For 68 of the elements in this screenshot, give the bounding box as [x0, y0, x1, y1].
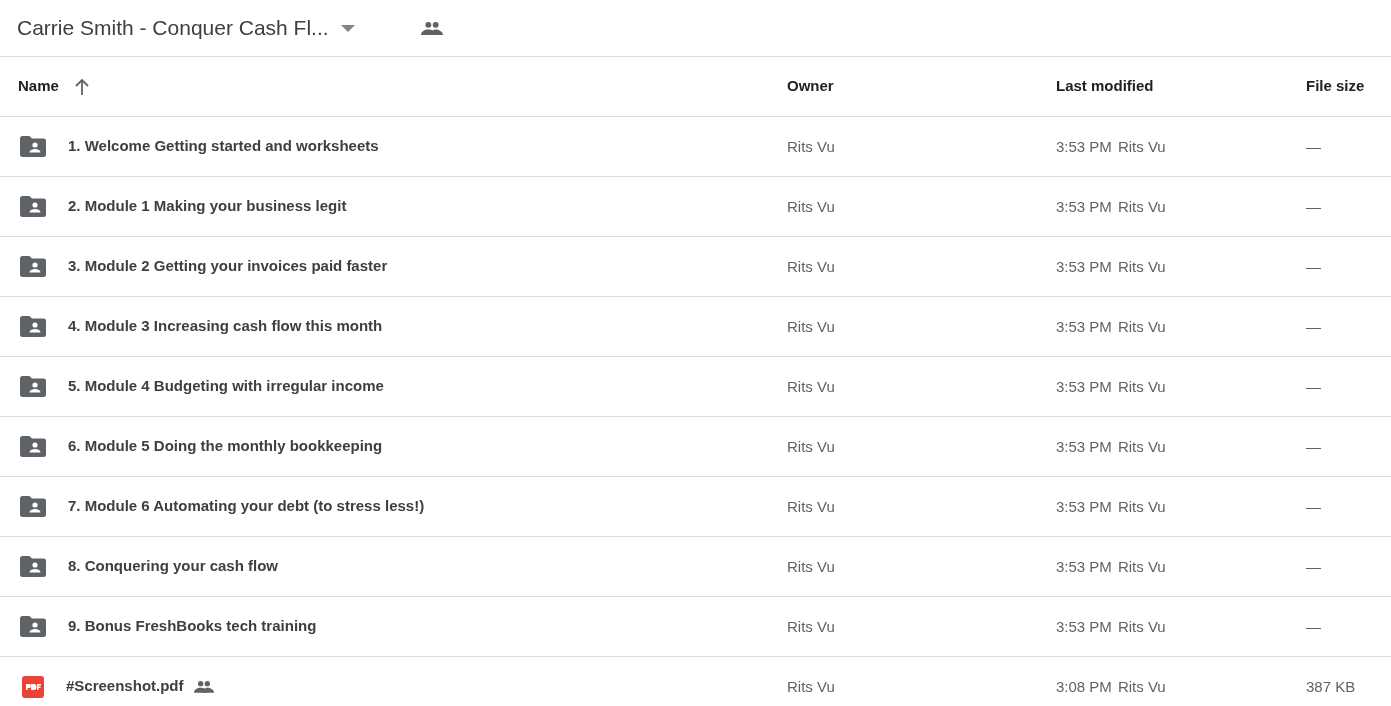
modifier-name: Rits Vu [1117, 377, 1166, 395]
owner-name: Rits Vu [787, 377, 835, 395]
folder-title-button[interactable]: Carrie Smith - Conquer Cash Fl... [17, 12, 355, 44]
file-name[interactable]: 2. Module 1 Making your business legit [68, 195, 347, 218]
file-name[interactable]: 4. Module 3 Increasing cash flow this month [68, 315, 383, 338]
modifier-name: Rits Vu [1117, 137, 1166, 155]
modified-time: 3:53 PM [1056, 317, 1112, 335]
file-name[interactable]: 6. Module 5 Doing the monthly bookkeeping [68, 435, 383, 458]
file-size: — [1306, 557, 1321, 575]
modifier-name: Rits Vu [1117, 497, 1166, 515]
pdf-file-icon [22, 675, 44, 698]
modified-time: 3:53 PM [1056, 257, 1112, 275]
people-icon[interactable] [420, 20, 443, 36]
file-size: — [1306, 197, 1321, 215]
modified-time: 3:53 PM [1056, 137, 1112, 155]
modifier-name: Rits Vu [1117, 317, 1166, 335]
shared-folder-icon [20, 196, 46, 217]
owner-name: Rits Vu [787, 557, 835, 575]
file-size: — [1306, 257, 1321, 275]
file-size: — [1306, 377, 1321, 395]
column-header[interactable]: Name [18, 75, 59, 98]
column-header[interactable]: Last modified [1056, 75, 1154, 98]
modified-time: 3:53 PM [1056, 377, 1112, 395]
modifier-name: Rits Vu [1117, 557, 1166, 575]
file-size: 387 KB [1306, 677, 1356, 695]
modifier-name: Rits Vu [1117, 197, 1166, 215]
file-size: — [1306, 497, 1321, 515]
file-name[interactable]: 3. Module 2 Getting your invoices paid faster [68, 255, 388, 278]
modified-time: 3:53 PM [1056, 497, 1112, 515]
file-name[interactable]: 1. Welcome Getting started and worksheets [68, 135, 379, 158]
modifier-name: Rits Vu [1117, 257, 1166, 275]
modified-time: 3:53 PM [1056, 557, 1112, 575]
modified-time: 3:53 PM [1056, 197, 1112, 215]
file-name[interactable]: 8. Conquering your cash flow [68, 555, 279, 578]
file-size: — [1306, 437, 1321, 455]
file-name[interactable]: 7. Module 6 Automating your debt (to stress less!) [68, 495, 425, 518]
shared-folder-icon [20, 496, 46, 517]
owner-name: Rits Vu [787, 677, 835, 695]
column-header[interactable]: Owner [787, 75, 834, 98]
shared-folder-icon [20, 256, 46, 277]
owner-name: Rits Vu [787, 437, 835, 455]
shared-folder-icon [20, 556, 46, 577]
modifier-name: Rits Vu [1117, 617, 1166, 635]
caret-icon [340, 24, 355, 32]
file-name[interactable]: #Screenshot.pdf [66, 675, 184, 698]
owner-name: Rits Vu [787, 137, 835, 155]
modified-time: 3:53 PM [1056, 437, 1112, 455]
owner-name: Rits Vu [787, 317, 835, 335]
file-name[interactable]: 9. Bonus FreshBooks tech training [68, 615, 317, 638]
shared-folder-icon [20, 136, 46, 157]
file-size: — [1306, 137, 1321, 155]
shared-folder-icon [20, 436, 46, 457]
file-size: — [1306, 617, 1321, 635]
sort-arrow-icon[interactable] [74, 78, 89, 95]
column-header[interactable]: File size [1306, 75, 1365, 98]
owner-name: Rits Vu [787, 197, 835, 215]
shared-folder-icon [20, 616, 46, 637]
modified-time: 3:53 PM [1056, 617, 1112, 635]
modifier-name: Rits Vu [1117, 677, 1166, 695]
owner-name: Rits Vu [787, 497, 835, 515]
file-name[interactable]: 5. Module 4 Budgeting with irregular income [68, 375, 384, 398]
owner-name: Rits Vu [787, 617, 835, 635]
file-size: — [1306, 317, 1321, 335]
shared-folder-icon [20, 316, 46, 337]
modifier-name: Rits Vu [1117, 437, 1166, 455]
shared-folder-icon [20, 376, 46, 397]
owner-name: Rits Vu [787, 257, 835, 275]
modified-time: 3:08 PM [1056, 677, 1112, 695]
